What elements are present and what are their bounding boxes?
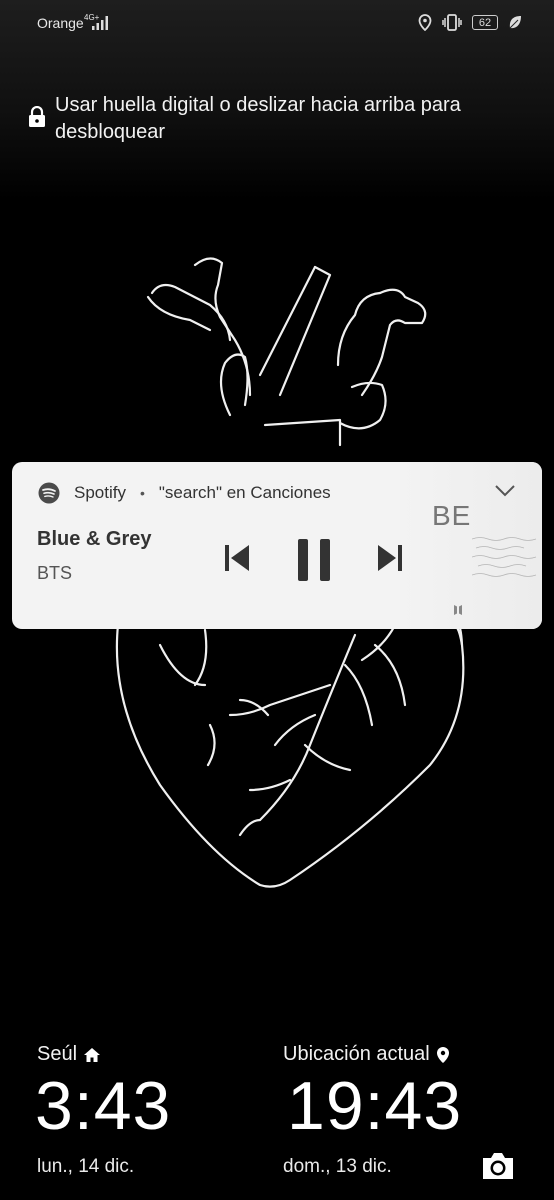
bts-logo-icon <box>454 605 462 615</box>
location-pin-icon <box>436 1046 449 1063</box>
battery-icon: 62 <box>472 15 498 30</box>
clock-time-current: 19:43 <box>287 1068 463 1144</box>
clock-city-name: Ubicación actual <box>283 1043 430 1065</box>
notification-app-name: Spotify <box>74 483 126 502</box>
camera-icon[interactable] <box>480 1150 516 1182</box>
album-art: BE <box>402 462 542 629</box>
track-title: Blue & Grey <box>37 528 152 550</box>
unlock-hint: Usar huella digital o deslizar hacia arr… <box>28 92 528 146</box>
chevron-down-icon[interactable] <box>494 484 516 498</box>
next-icon[interactable] <box>377 542 403 574</box>
notification-context: "search" en Canciones <box>158 483 331 502</box>
pause-icon[interactable] <box>297 538 331 582</box>
location-icon <box>418 14 432 31</box>
vibrate-icon <box>442 14 462 31</box>
leaf-icon <box>509 16 521 29</box>
home-icon <box>84 1047 101 1062</box>
clock-date-home: lun., 14 dic. <box>37 1156 135 1177</box>
spotify-icon <box>38 482 60 504</box>
carrier-label: Orange <box>37 15 84 31</box>
album-art-text: BE <box>432 500 472 531</box>
clock-city-home: Seúl <box>37 1043 101 1066</box>
previous-icon[interactable] <box>224 542 250 574</box>
unlock-hint-text: Usar huella digital o deslizar hacia arr… <box>55 94 461 143</box>
lock-icon <box>29 106 45 127</box>
album-handwriting <box>472 537 537 577</box>
clock-city-current: Ubicación actual <box>283 1043 450 1066</box>
media-notification[interactable]: BE Spotify • "search" en Canciones Blue … <box>12 462 542 629</box>
track-artist: BTS <box>37 563 73 583</box>
signal-icon <box>92 16 108 30</box>
notification-header: Spotify • "search" en Canciones <box>38 482 331 504</box>
clock-city-name: Seúl <box>37 1043 78 1065</box>
battery-level: 62 <box>478 16 492 29</box>
status-bar: Orange 4G+ 62 <box>0 12 554 36</box>
header-separator: • <box>139 485 145 501</box>
clock-date-current: dom., 13 dic. <box>283 1156 392 1177</box>
clock-time-home: 3:43 <box>35 1068 172 1144</box>
